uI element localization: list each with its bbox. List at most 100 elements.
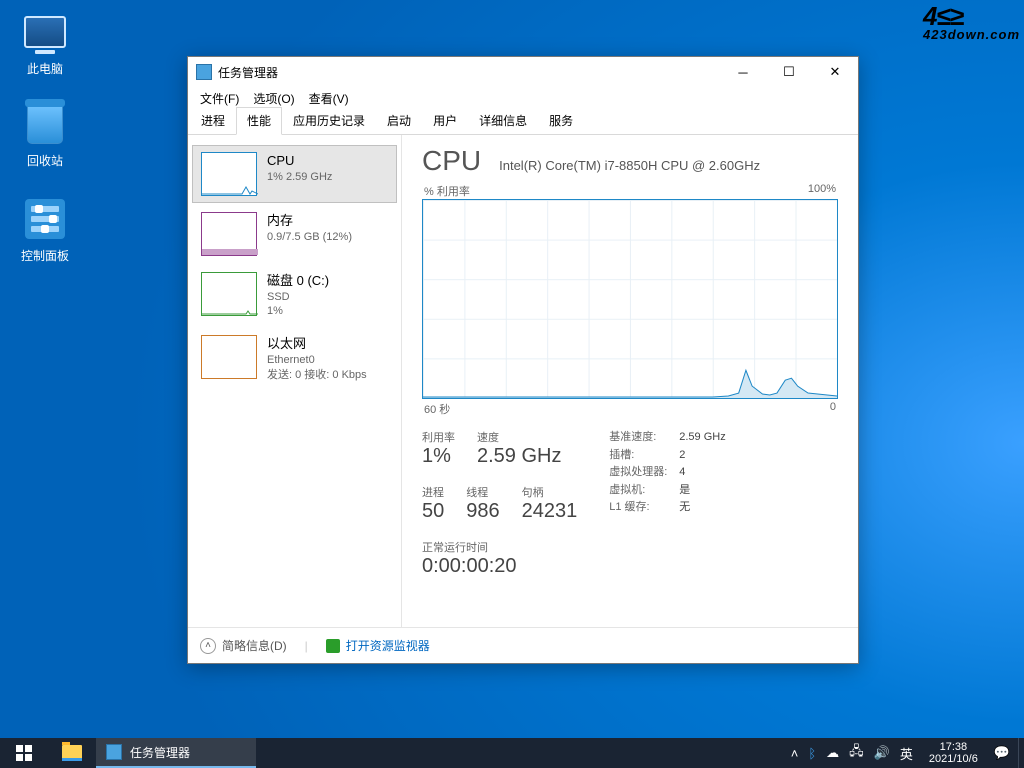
control-panel-icon xyxy=(25,199,65,239)
vm-label: 虚拟机: xyxy=(609,482,679,500)
graph-ymax: 100% xyxy=(808,183,836,199)
menu-options[interactable]: 选项(O) xyxy=(247,88,300,109)
recycle-bin-icon xyxy=(27,104,63,144)
graph-ylabel: % 利用率 xyxy=(424,183,470,199)
ime-indicator[interactable]: 英 xyxy=(900,744,913,763)
perf-main: CPU Intel(R) Core(TM) i7-8850H CPU @ 2.6… xyxy=(402,135,858,627)
ethernet-thumb-icon xyxy=(201,335,257,379)
window-footer: ˄简略信息(D) | 打开资源监视器 xyxy=(188,627,858,663)
clock-time: 17:38 xyxy=(929,741,978,753)
sidebar-item-cpu[interactable]: CPU 1% 2.59 GHz xyxy=(192,145,397,203)
perf-sidebar: CPU 1% 2.59 GHz 内存 0.9/7.5 GB (12%) xyxy=(188,135,402,627)
tab-app-history[interactable]: 应用历史记录 xyxy=(282,107,376,134)
sidebar-eth-sub1: Ethernet0 xyxy=(267,353,367,368)
sidebar-disk-sub2: 1% xyxy=(267,304,329,319)
desktop-icon-recycle-bin[interactable]: 回收站 xyxy=(8,100,82,169)
tab-performance[interactable]: 性能 xyxy=(236,107,282,135)
tab-users[interactable]: 用户 xyxy=(422,107,468,134)
sidebar-disk-sub1: SSD xyxy=(267,290,329,305)
desktop-icon-control-panel[interactable]: 控制面板 xyxy=(8,195,82,264)
graph-xzero: 0 xyxy=(830,401,836,417)
taskbar: 任务管理器 ˄ ᛒ ☁ 🖧 🔊 英 17:38 2021/10/6 💬 xyxy=(0,738,1024,768)
perf-heading: CPU xyxy=(422,145,481,177)
vcpu-value: 4 xyxy=(679,464,685,482)
cpu-utilization-graph[interactable] xyxy=(422,199,838,399)
windows-icon xyxy=(16,745,32,761)
sidebar-item-disk[interactable]: 磁盘 0 (C:) SSD 1% xyxy=(192,265,397,326)
l1-value: 无 xyxy=(679,499,690,517)
cpu-thumb-icon xyxy=(201,152,257,196)
minimize-button[interactable]: ─ xyxy=(720,57,766,87)
tab-services[interactable]: 服务 xyxy=(538,107,584,134)
graph-xspan: 60 秒 xyxy=(424,401,450,417)
sidebar-eth-sub2: 发送: 0 接收: 0 Kbps xyxy=(267,368,367,383)
volume-icon[interactable]: 🔊 xyxy=(874,745,890,761)
sidebar-cpu-title: CPU xyxy=(267,152,332,170)
chevron-up-icon: ˄ xyxy=(200,638,216,654)
folder-icon xyxy=(62,745,82,761)
desktop-icon-label: 控制面板 xyxy=(8,247,82,264)
stat-proc-label: 进程 xyxy=(422,484,444,500)
basespeed-label: 基准速度: xyxy=(609,429,679,447)
sidebar-item-ethernet[interactable]: 以太网 Ethernet0 发送: 0 接收: 0 Kbps xyxy=(192,328,397,389)
stat-threads-value: 986 xyxy=(466,500,499,522)
stat-handles-value: 24231 xyxy=(522,500,578,522)
task-manager-window: 任务管理器 ─ ☐ ✕ 文件(F) 选项(O) 查看(V) 进程 性能 应用历史… xyxy=(187,56,859,664)
taskbar-explorer[interactable] xyxy=(48,738,96,768)
stat-proc-value: 50 xyxy=(422,500,444,522)
sockets-label: 插槽: xyxy=(609,447,679,465)
disk-thumb-icon xyxy=(201,272,257,316)
sidebar-disk-title: 磁盘 0 (C:) xyxy=(267,272,329,290)
sockets-value: 2 xyxy=(679,447,685,465)
fewer-details-button[interactable]: ˄简略信息(D) xyxy=(200,637,287,654)
open-resource-monitor-link[interactable]: 打开资源监视器 xyxy=(326,637,430,654)
app-icon xyxy=(106,744,122,760)
clock-date: 2021/10/6 xyxy=(929,753,978,765)
desktop-icon-label: 回收站 xyxy=(8,152,82,169)
close-button[interactable]: ✕ xyxy=(812,57,858,87)
tab-startup[interactable]: 启动 xyxy=(376,107,422,134)
tabbar: 进程 性能 应用历史记录 启动 用户 详细信息 服务 xyxy=(188,109,858,135)
tab-processes[interactable]: 进程 xyxy=(190,107,236,134)
vm-value: 是 xyxy=(679,482,690,500)
sidebar-mem-sub: 0.9/7.5 GB (12%) xyxy=(267,230,352,245)
bluetooth-icon[interactable]: ᛒ xyxy=(808,746,816,761)
onedrive-icon[interactable]: ☁ xyxy=(826,745,839,761)
uptime-label: 正常运行时间 xyxy=(422,539,577,555)
stat-util-value: 1% xyxy=(422,445,451,467)
menu-view[interactable]: 查看(V) xyxy=(303,88,355,109)
basespeed-value: 2.59 GHz xyxy=(679,429,725,447)
sidebar-mem-title: 内存 xyxy=(267,212,352,230)
menu-file[interactable]: 文件(F) xyxy=(194,88,245,109)
menubar: 文件(F) 选项(O) 查看(V) xyxy=(188,87,858,109)
maximize-button[interactable]: ☐ xyxy=(766,57,812,87)
network-icon[interactable]: 🖧 xyxy=(849,742,864,764)
watermark: 4≤≥ 423down.com xyxy=(923,4,1020,41)
desktop-icon-this-pc[interactable]: 此电脑 xyxy=(8,8,82,77)
monitor-icon xyxy=(24,16,66,48)
tray-chevron-icon[interactable]: ˄ xyxy=(791,746,799,761)
cpu-model: Intel(R) Core(TM) i7-8850H CPU @ 2.60GHz xyxy=(499,158,760,173)
taskbar-app-taskmgr[interactable]: 任务管理器 xyxy=(96,738,256,768)
tab-details[interactable]: 详细信息 xyxy=(468,107,538,134)
vcpu-label: 虚拟处理器: xyxy=(609,464,679,482)
action-center-icon[interactable]: 💬 xyxy=(994,745,1010,761)
sidebar-item-memory[interactable]: 内存 0.9/7.5 GB (12%) xyxy=(192,205,397,263)
stat-handles-label: 句柄 xyxy=(522,484,578,500)
titlebar[interactable]: 任务管理器 ─ ☐ ✕ xyxy=(188,57,858,87)
desktop[interactable]: 此电脑 回收站 控制面板 4≤≥ 423down.com 任务管理器 ─ ☐ ✕… xyxy=(0,0,1024,738)
taskbar-app-label: 任务管理器 xyxy=(130,744,190,761)
sidebar-eth-title: 以太网 xyxy=(267,335,367,353)
stat-util-label: 利用率 xyxy=(422,429,455,445)
taskbar-clock[interactable]: 17:38 2021/10/6 xyxy=(923,741,984,765)
show-desktop-button[interactable] xyxy=(1018,738,1024,768)
stat-threads-label: 线程 xyxy=(466,484,499,500)
app-icon xyxy=(196,64,212,80)
start-button[interactable] xyxy=(0,738,48,768)
memory-thumb-icon xyxy=(201,212,257,256)
resmon-icon xyxy=(326,639,340,653)
l1-label: L1 缓存: xyxy=(609,499,679,517)
uptime-value: 0:00:00:20 xyxy=(422,555,577,578)
stat-speed-label: 速度 xyxy=(477,429,561,445)
system-tray: ˄ ᛒ ☁ 🖧 🔊 英 17:38 2021/10/6 💬 xyxy=(783,738,1018,768)
